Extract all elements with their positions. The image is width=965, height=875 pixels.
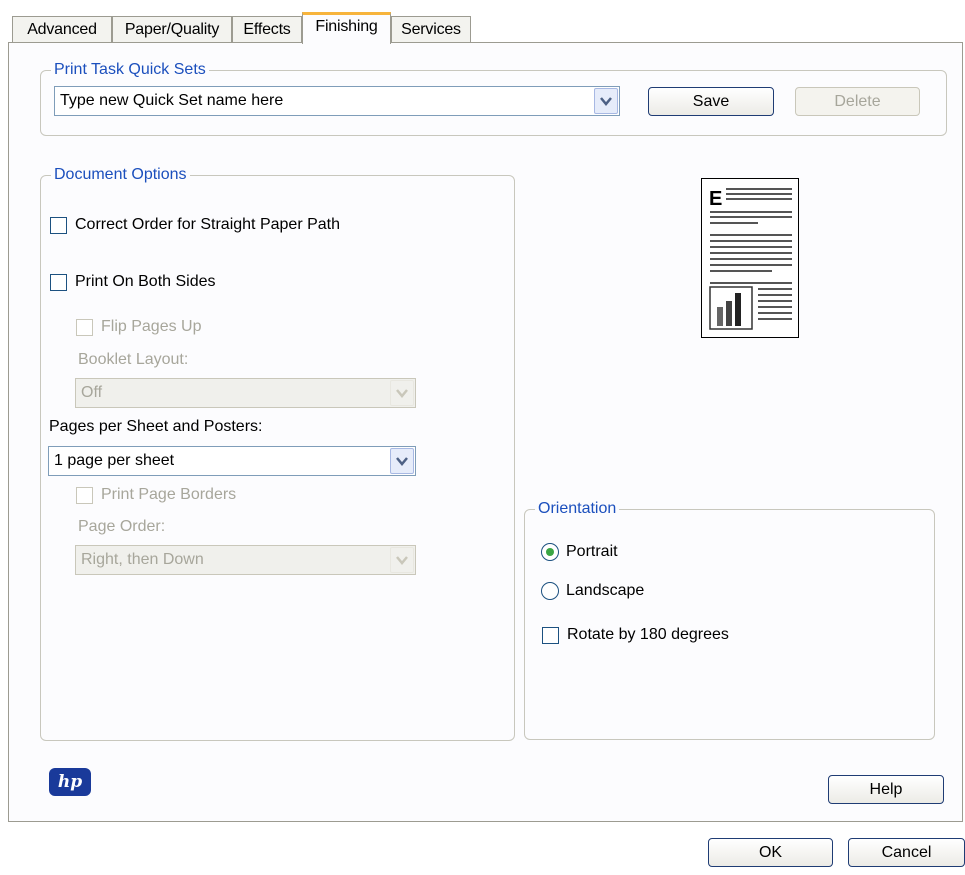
chevron-down-icon[interactable]	[390, 547, 414, 573]
chevron-down-icon[interactable]	[390, 448, 414, 474]
tab-strip: Advanced Paper/Quality Effects Finishing…	[0, 0, 965, 44]
print-page-borders-checkbox[interactable]: Print Page Borders	[76, 486, 236, 504]
booklet-layout-value: Off	[81, 384, 103, 401]
tab-finishing[interactable]: Finishing	[302, 12, 391, 44]
pages-per-sheet-value: 1 page per sheet	[54, 452, 175, 469]
page-order-value: Right, then Down	[81, 551, 204, 568]
booklet-layout-label: Booklet Layout:	[78, 351, 189, 368]
rotate-180-checkbox[interactable]: Rotate by 180 degrees	[542, 626, 729, 644]
orientation-legend: Orientation	[535, 499, 620, 519]
tab-services[interactable]: Services	[391, 16, 471, 43]
page-order-label: Page Order:	[78, 518, 166, 535]
chevron-down-icon[interactable]	[390, 380, 414, 406]
print-both-sides-label: Print On Both Sides	[75, 273, 216, 290]
correct-order-label: Correct Order for Straight Paper Path	[75, 216, 340, 233]
flip-pages-up-checkbox[interactable]: Flip Pages Up	[76, 318, 202, 336]
page-preview: E	[701, 178, 799, 338]
portrait-radio[interactable]: Portrait	[541, 543, 618, 561]
flip-pages-up-label: Flip Pages Up	[101, 318, 202, 335]
tab-paper-quality[interactable]: Paper/Quality	[112, 16, 232, 43]
checkbox-box[interactable]	[50, 273, 67, 291]
radio-button[interactable]	[541, 543, 559, 561]
chevron-down-icon[interactable]	[594, 88, 618, 114]
checkbox-box[interactable]	[542, 626, 559, 644]
pages-per-sheet-combo[interactable]: 1 page per sheet	[48, 446, 416, 476]
document-preview-icon: E	[709, 188, 792, 330]
cancel-button[interactable]: Cancel	[848, 838, 965, 867]
tab-effects[interactable]: Effects	[232, 16, 302, 43]
ok-button[interactable]: OK	[708, 838, 833, 867]
checkbox-box[interactable]	[76, 318, 93, 336]
radio-button[interactable]	[541, 582, 559, 600]
quick-set-name-combo[interactable]: Type new Quick Set name here	[54, 86, 620, 116]
portrait-label: Portrait	[566, 543, 618, 560]
checkbox-box[interactable]	[50, 216, 67, 234]
preview-letter: E	[709, 188, 722, 210]
page-order-combo[interactable]: Right, then Down	[75, 545, 416, 575]
save-button[interactable]: Save	[648, 87, 774, 116]
rotate-180-label: Rotate by 180 degrees	[567, 626, 729, 643]
print-both-sides-checkbox[interactable]: Print On Both Sides	[50, 273, 216, 291]
quick-sets-legend: Print Task Quick Sets	[51, 60, 209, 80]
tab-advanced[interactable]: Advanced	[12, 16, 112, 43]
correct-order-checkbox[interactable]: Correct Order for Straight Paper Path	[50, 216, 340, 234]
booklet-layout-combo[interactable]: Off	[75, 378, 416, 408]
pages-per-sheet-label: Pages per Sheet and Posters:	[49, 418, 263, 435]
checkbox-box[interactable]	[76, 486, 93, 504]
landscape-radio[interactable]: Landscape	[541, 582, 644, 600]
document-options-legend: Document Options	[51, 165, 190, 185]
landscape-label: Landscape	[566, 582, 645, 599]
quick-set-name-value: Type new Quick Set name here	[60, 92, 284, 109]
help-button[interactable]: Help	[828, 775, 944, 804]
hp-logo: hp	[49, 768, 91, 796]
delete-button[interactable]: Delete	[795, 87, 920, 116]
print-page-borders-label: Print Page Borders	[101, 486, 237, 503]
